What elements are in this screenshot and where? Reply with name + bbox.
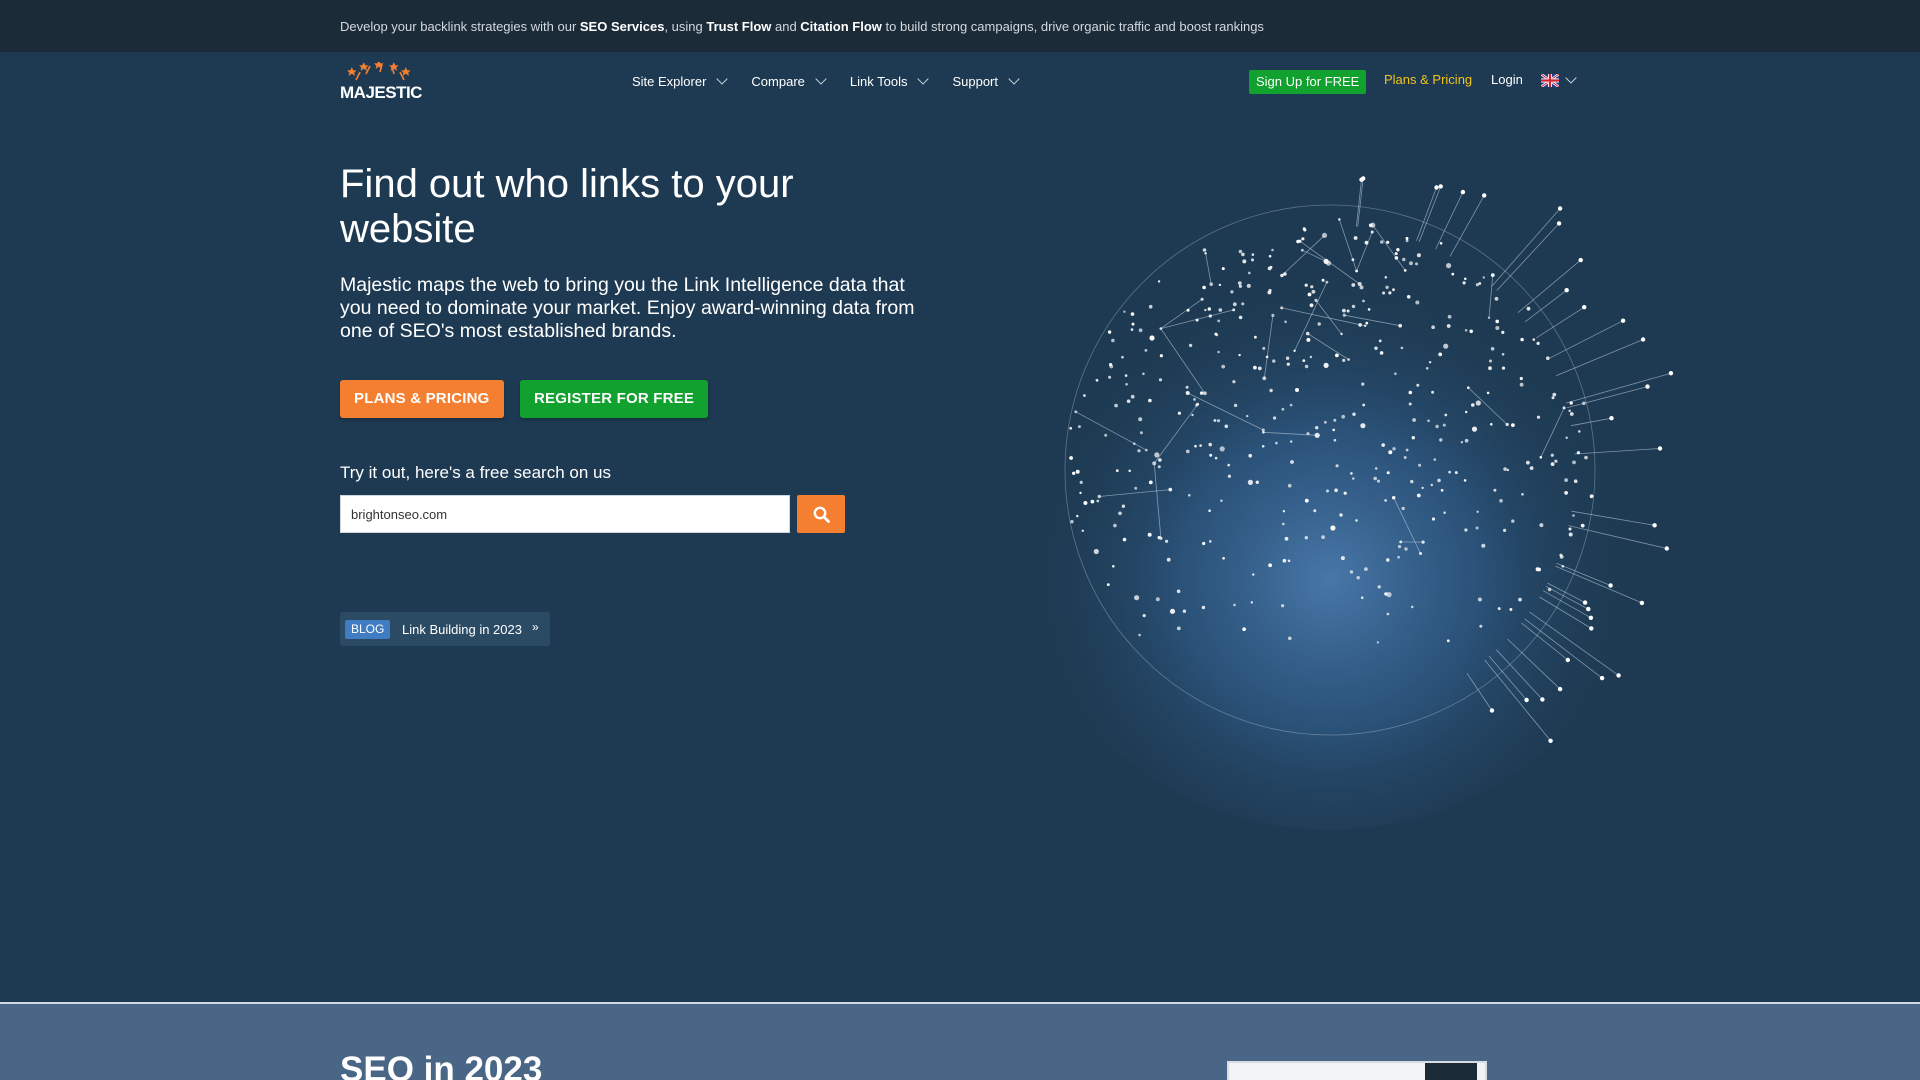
announcement-text: Develop your backlink strategies with ou… [340,19,1264,34]
nav-item-label: Support [952,74,999,89]
blog-title: Link Building in 2023 [402,622,522,637]
search-input[interactable] [340,495,790,533]
free-search-label: Try it out, here's a free search on us [340,463,611,482]
plans-pricing-link[interactable]: Plans & Pricing [1384,72,1472,87]
hero-title: Find out who links to your website [340,162,794,251]
uk-flag-icon[interactable] [1541,74,1559,87]
majestic-logo[interactable]: MAJESTIC [340,62,424,106]
globe-network-illustration [1000,170,1674,830]
section-title: SEO in 2023 [340,1050,543,1080]
seo-section: SEO in 2023 [0,1004,1920,1080]
nav-item-compare[interactable]: Compare [751,72,827,89]
search-icon [813,506,830,523]
double-chevron-right-icon: » [532,620,539,634]
announcement-text-part: , using [664,19,707,34]
top-announcement-bar: Develop your backlink strategies with ou… [0,0,1920,52]
nav-item-link-tools[interactable]: Link Tools [849,72,930,89]
announcement-text-part: Develop your backlink strategies with ou… [340,19,580,34]
chevron-down-icon [815,72,827,85]
nav-item-label: Site Explorer [632,74,707,89]
badge-image [1425,1063,1477,1080]
logo-text: MAJESTIC [340,83,422,102]
blog-badge: BLOG [345,620,391,639]
citation-flow-link[interactable]: Citation Flow [800,19,882,34]
logo-stars-icon [347,62,411,81]
nav-item-site-explorer[interactable]: Site Explorer [632,72,729,89]
register-button[interactable]: REGISTER FOR FREE [520,380,709,418]
chevron-down-icon [917,72,930,85]
search-button[interactable] [797,495,845,533]
plans-pricing-button[interactable]: PLANS & PRICING [340,380,504,418]
chevron-down-icon [716,72,729,85]
sign-up-button[interactable]: Sign Up for FREE [1249,70,1367,94]
hero-subtitle: Majestic maps the web to bring you the L… [340,274,915,342]
blog-promo-link[interactable]: BLOG Link Building in 2023 » [340,612,550,646]
nav-item-support[interactable]: Support [952,72,1020,89]
language-chevron-down-icon[interactable] [1565,72,1577,84]
main-navigation: MAJESTIC Site Explorer Compare Link Tool… [0,52,1920,112]
chevron-down-icon [1008,72,1020,85]
announcement-text-part: to build strong campaigns, drive organic… [881,19,1264,34]
login-link[interactable]: Login [1491,72,1523,87]
nav-item-label: Compare [751,74,805,89]
seo-services-link[interactable]: SEO Services [580,19,665,34]
nav-menu: Site Explorer Compare Link Tools Support [632,72,1043,89]
announcement-text-part: and [771,19,801,34]
trust-flow-link[interactable]: Trust Flow [706,19,771,34]
nav-item-label: Link Tools [849,74,908,89]
section-card [1227,1061,1487,1080]
